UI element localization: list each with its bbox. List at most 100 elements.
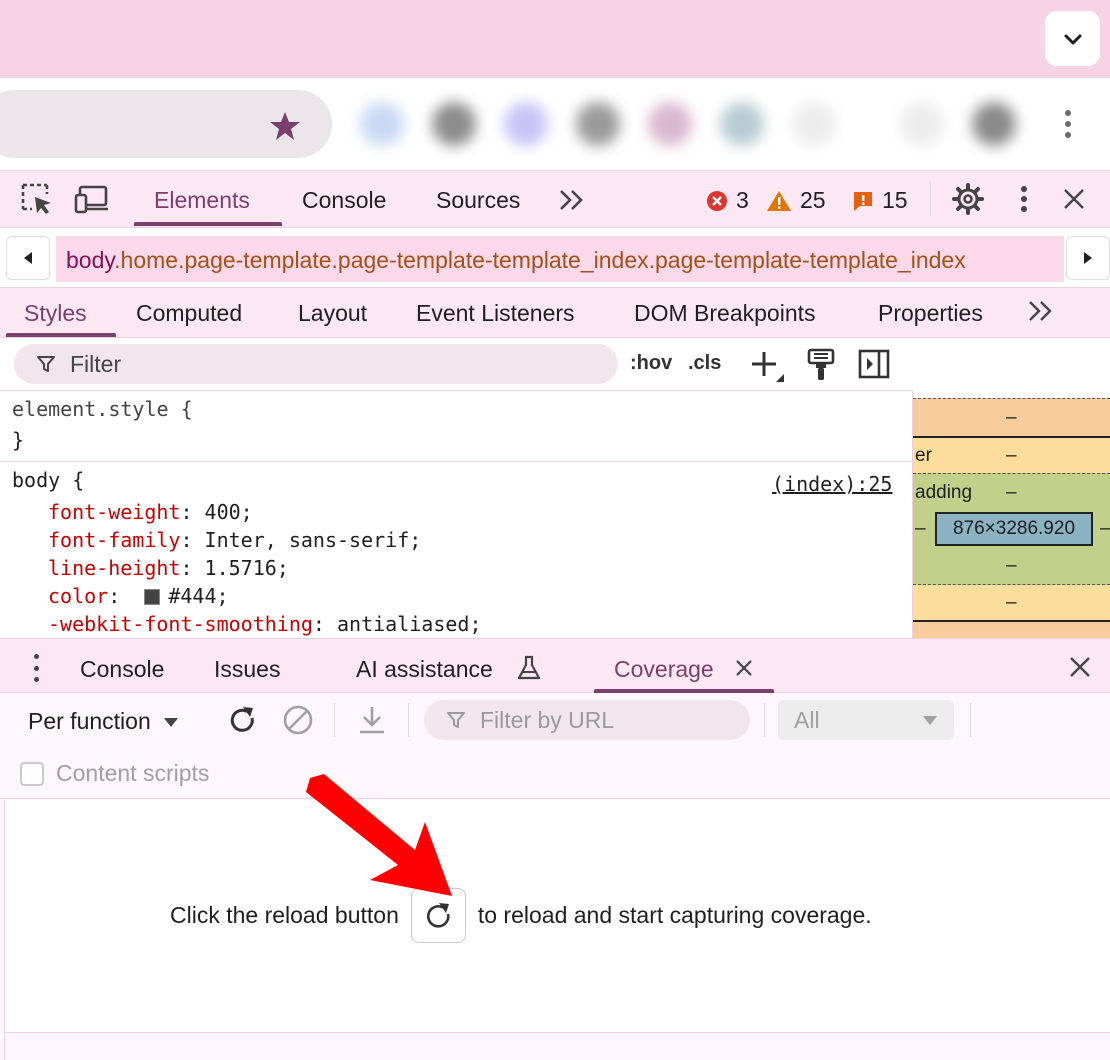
extension-icon[interactable] — [504, 102, 548, 146]
tab-computed[interactable]: Computed — [136, 300, 242, 327]
issue-count: 15 — [882, 187, 908, 213]
styles-filter-input[interactable]: Filter — [14, 344, 618, 384]
bookmark-star-icon[interactable] — [268, 110, 302, 142]
body-selector[interactable]: body { — [12, 468, 84, 492]
url-filter-placeholder: Filter by URL — [480, 706, 615, 733]
warning-counter[interactable]: 25 — [766, 187, 826, 214]
extension-icon[interactable] — [900, 102, 944, 146]
clear-icon[interactable] — [282, 704, 314, 736]
coverage-type-value: Per function — [28, 708, 151, 734]
content-type-value: All — [794, 706, 820, 733]
tab-event-listeners[interactable]: Event Listeners — [416, 300, 575, 327]
reload-icon[interactable] — [226, 704, 258, 736]
breadcrumb-scroll-left[interactable] — [6, 236, 50, 280]
more-tabs-icon[interactable] — [558, 188, 586, 212]
active-tab-indicator — [134, 222, 282, 226]
element-style-selector[interactable]: element.style { — [12, 397, 193, 421]
toolbar-divider — [970, 703, 971, 737]
css-declaration[interactable]: color: #444; — [48, 584, 229, 608]
tab-dom-breakpoints[interactable]: DOM Breakpoints — [634, 300, 816, 327]
tab-elements[interactable]: Elements — [154, 187, 250, 214]
extension-icon[interactable] — [432, 102, 476, 146]
new-style-rule-icon[interactable] — [750, 350, 786, 384]
css-declaration[interactable]: font-weight: 400; — [48, 500, 253, 524]
extension-icon[interactable] — [576, 102, 620, 146]
extension-icon[interactable] — [360, 102, 404, 146]
tab-properties[interactable]: Properties — [878, 300, 983, 327]
content-type-select[interactable]: All — [778, 700, 954, 740]
url-filter-input[interactable]: Filter by URL — [424, 700, 750, 740]
tab-search-button[interactable] — [1045, 11, 1100, 66]
coverage-empty-message: Click the reload button to reload and st… — [170, 888, 872, 943]
chevron-down-icon — [1064, 34, 1081, 44]
drawer-tab-ai-assistance[interactable]: AI assistance — [356, 656, 493, 683]
content-scripts-label: Content scripts — [56, 760, 210, 786]
tab-styles[interactable]: Styles — [24, 300, 87, 327]
drawer-tab-console[interactable]: Console — [80, 656, 164, 683]
checkbox-box[interactable] — [20, 761, 44, 786]
inspect-element-icon[interactable] — [20, 182, 54, 216]
color-swatch[interactable] — [144, 589, 161, 605]
extension-icon[interactable] — [792, 102, 836, 146]
filter-placeholder: Filter — [70, 350, 122, 377]
breadcrumb-scroll-right[interactable] — [1066, 236, 1110, 280]
source-link[interactable]: (index):25 — [772, 472, 892, 496]
drawer-tab-issues[interactable]: Issues — [214, 656, 280, 683]
issue-icon — [854, 191, 872, 211]
css-declaration[interactable]: font-family: Inter, sans-serif; — [48, 528, 421, 552]
filter-icon — [447, 712, 465, 728]
rule-divider — [0, 461, 913, 462]
padding-top-value[interactable]: – — [1006, 482, 1017, 504]
margin-top-value[interactable]: – — [1006, 407, 1017, 429]
toggle-sidebar-icon[interactable] — [858, 349, 890, 379]
status-strip — [4, 1032, 1110, 1060]
profile-avatar[interactable] — [972, 102, 1016, 146]
more-tabs-icon[interactable] — [1028, 300, 1054, 322]
device-toolbar-icon[interactable] — [74, 184, 110, 214]
devtools-menu-button[interactable] — [1014, 184, 1034, 214]
close-devtools-icon[interactable] — [1062, 187, 1086, 211]
box-model-content-size[interactable]: 876×3286.920 — [935, 512, 1093, 546]
drawer-tab-coverage[interactable]: Coverage — [614, 656, 714, 683]
padding-left-value[interactable]: – — [915, 518, 926, 540]
error-icon — [707, 190, 727, 211]
border-top-value[interactable]: – — [1006, 445, 1017, 467]
issues-counter[interactable]: 15 — [852, 187, 908, 214]
close-coverage-tab-icon[interactable] — [735, 659, 753, 677]
active-tab-indicator — [6, 333, 116, 337]
settings-gear-icon[interactable] — [952, 183, 984, 215]
tab-sources[interactable]: Sources — [436, 187, 520, 214]
caret-left-icon — [24, 252, 32, 264]
browser-menu-button[interactable] — [1058, 104, 1078, 144]
warning-icon — [767, 190, 791, 211]
coverage-type-dropdown[interactable]: Per function — [28, 708, 179, 735]
padding-right-value[interactable]: – — [1100, 518, 1110, 540]
empty-message-prefix: Click the reload button — [170, 902, 399, 928]
breadcrumb-selected-node[interactable]: body.home.page-template.page-template-te… — [56, 236, 1064, 282]
content-scripts-checkbox[interactable]: Content scripts — [20, 760, 209, 787]
browser-titlebar — [0, 0, 1110, 78]
empty-message-suffix: to reload and start capturing coverage. — [477, 902, 872, 928]
extension-icon[interactable] — [648, 102, 692, 146]
css-declaration[interactable]: line-height: 1.5716; — [48, 556, 289, 580]
caret-right-icon — [1084, 252, 1092, 264]
flask-icon — [516, 655, 542, 681]
export-download-icon[interactable] — [357, 704, 387, 736]
error-counter[interactable]: 3 — [706, 187, 749, 214]
tab-console[interactable]: Console — [302, 187, 386, 214]
drawer-menu-button[interactable] — [32, 654, 40, 682]
padding-bottom-value[interactable]: – — [1006, 555, 1017, 577]
toolbar-divider — [408, 703, 409, 737]
close-drawer-icon[interactable] — [1068, 655, 1092, 679]
toolbar-divider — [764, 703, 765, 737]
border-bottom-value[interactable]: – — [1006, 592, 1017, 614]
border-label: er — [915, 445, 932, 466]
class-toggle[interactable]: .cls — [688, 352, 721, 375]
extension-icon[interactable] — [720, 102, 764, 146]
hover-state-toggle[interactable]: :hov — [630, 352, 672, 375]
annotation-arrow — [300, 770, 480, 900]
breadcrumb-classes: .home.page-template.page-template-templa… — [114, 247, 966, 273]
paint-brush-icon[interactable] — [806, 348, 836, 382]
css-declaration[interactable]: -webkit-font-smoothing: antialiased; — [48, 612, 482, 636]
tab-layout[interactable]: Layout — [298, 300, 367, 327]
